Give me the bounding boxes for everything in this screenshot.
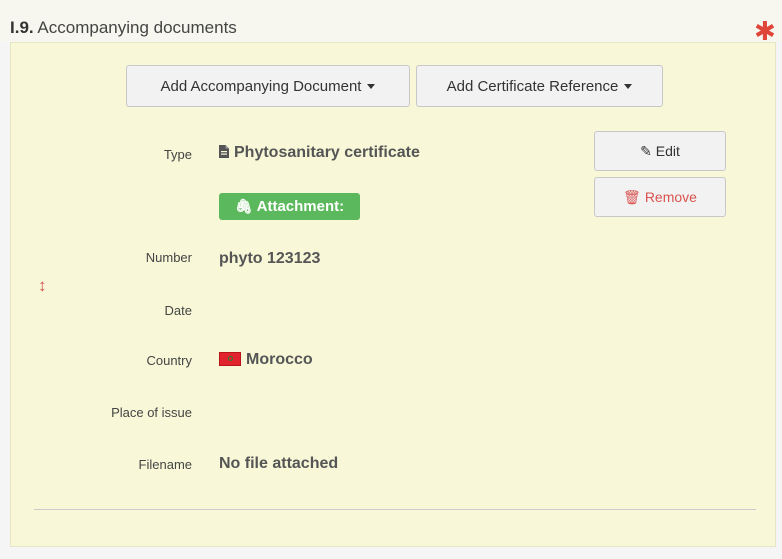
file-text-icon [219, 145, 229, 158]
required-asterisk-icon: ✱ [754, 16, 776, 46]
add-certificate-label: Add Certificate Reference [446, 77, 619, 95]
edit-label: Edit [655, 143, 680, 159]
panel-header: I.9. Accompanying documents ✱ [0, 0, 782, 46]
remove-button[interactable]: 🗑 Remove [594, 177, 726, 217]
caret-down-icon [367, 83, 376, 89]
divider [34, 509, 756, 510]
type-value-text: Phytosanitary certificate [234, 144, 420, 161]
section-number: I.9. [10, 18, 34, 37]
edit-icon: ✎ [640, 142, 652, 159]
number-label: Number [145, 250, 192, 265]
trash-icon: 🗑 [623, 188, 641, 205]
add-document-label: Add Accompanying Document [160, 77, 362, 95]
paperclip-icon: 🖇 [234, 198, 253, 214]
add-certificate-reference-button[interactable]: Add Certificate Reference [416, 65, 663, 107]
accompanying-documents-panel: I.9. Accompanying documents ✱ Add Accomp… [0, 0, 782, 559]
filename-value: No file attached [219, 455, 339, 472]
attachment-badge[interactable]: 🖇 Attachment: [219, 193, 360, 220]
type-label: Type [163, 147, 192, 162]
morocco-flag-icon [219, 352, 241, 366]
country-value: Morocco [219, 351, 313, 369]
attachment-badge-text: Attachment: [256, 198, 345, 215]
section-title-text: Accompanying documents [37, 18, 237, 37]
place-of-issue-label: Place of issue [111, 405, 192, 420]
filename-label: Filename [138, 457, 192, 472]
type-value: Phytosanitary certificate [219, 144, 420, 162]
date-label: Date [164, 303, 192, 318]
country-label: Country [146, 353, 192, 368]
number-value: phyto 123123 [219, 250, 321, 267]
add-accompanying-document-button[interactable]: Add Accompanying Document [126, 65, 410, 107]
section-title: I.9. Accompanying documents [10, 18, 237, 38]
country-value-text: Morocco [246, 351, 313, 368]
edit-button[interactable]: ✎ Edit [594, 131, 726, 171]
resize-vertical-icon[interactable]: ↕ [38, 276, 47, 296]
caret-down-icon [624, 83, 633, 89]
remove-label: Remove [644, 189, 697, 205]
